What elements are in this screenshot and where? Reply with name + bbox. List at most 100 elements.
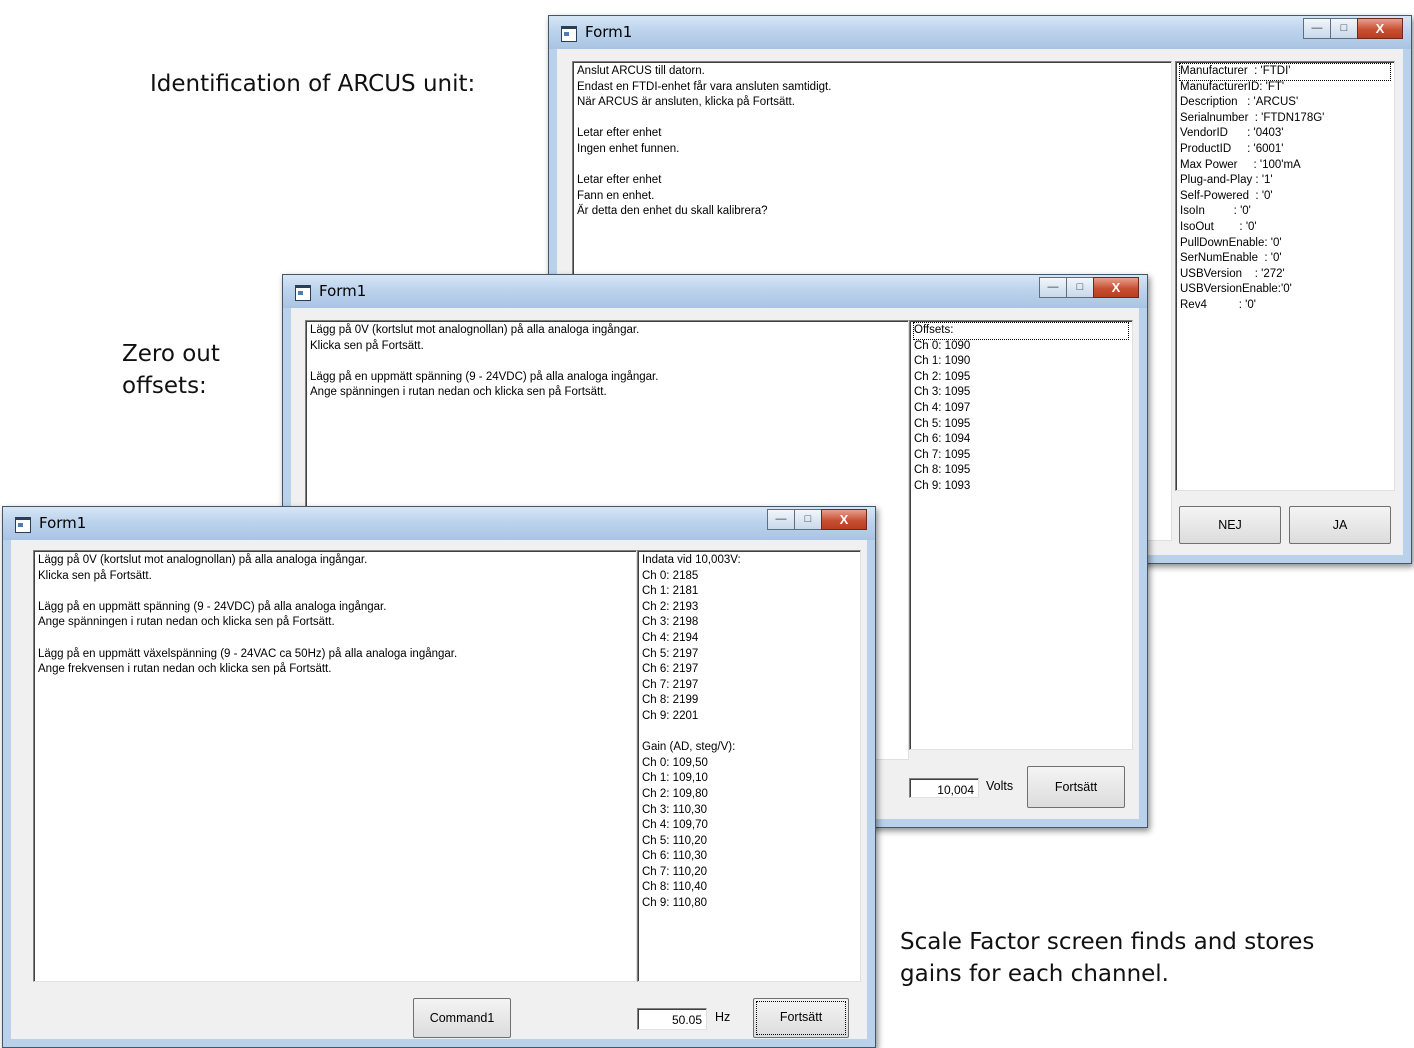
text-line: Indata vid 10,003V: [642, 554, 741, 566]
text-line: Ch 3: 2198 [642, 616, 699, 629]
text-line: Ch 0: 1090 [914, 339, 971, 352]
text-line: IsoIn : '0' [1180, 205, 1251, 218]
text-line: Ange spänningen i rutan nedan och klicka… [38, 616, 335, 629]
minimize-icon[interactable]: — [1039, 277, 1067, 298]
text-line: IsoOut : '0' [1180, 220, 1257, 233]
client-area: Lägg på 0V (kortslut mot analognollan) p… [11, 540, 867, 1039]
text-line: Är detta den enhet du skall kalibrera? [577, 205, 768, 218]
text-line: Plug-and-Play : '1' [1180, 174, 1273, 187]
text-line: Lägg på en uppmätt växelspänning (9 - 24… [38, 647, 458, 660]
maximize-icon[interactable]: □ [794, 509, 822, 530]
continue-button[interactable]: Fortsätt [1027, 766, 1125, 808]
caption-buttons: — □ X [767, 509, 867, 530]
text-line: Ch 1: 2181 [642, 585, 699, 598]
text-line: USBVersionEnable:'0' [1180, 283, 1292, 296]
text-line: Lägg på 0V (kortslut mot analognollan) p… [310, 324, 640, 336]
window-title: Form1 [39, 514, 87, 532]
text-line: Ch 8: 2199 [642, 694, 699, 707]
text-line: Ch 2: 2193 [642, 600, 699, 613]
text-line: Ch 1: 109,10 [642, 772, 708, 785]
caption-identification: Identification of ARCUS unit: [150, 71, 476, 97]
maximize-icon[interactable]: □ [1330, 18, 1358, 39]
text-line: Ch 4: 2194 [642, 631, 699, 644]
text-line: Ch 5: 1095 [914, 417, 971, 430]
text-line: Offsets: [913, 322, 1129, 340]
gain-data-listbox[interactable]: Indata vid 10,003V: Ch 0: 2185 Ch 1: 2181 C… [637, 550, 861, 982]
caption-buttons: — □ X [1303, 18, 1403, 39]
close-icon[interactable]: X [821, 509, 867, 530]
hz-input[interactable]: 50.05 [637, 1008, 707, 1030]
text-line: Ch 7: 110,20 [642, 865, 708, 878]
text-line: USBVersion : '272' [1180, 267, 1285, 280]
hz-unit-label: Hz [715, 1010, 731, 1024]
text-line: VendorID : '0403' [1180, 127, 1284, 140]
text-line: Ch 7: 1095 [914, 448, 971, 461]
text-line: Description : 'ARCUS' [1180, 96, 1299, 109]
command1-button[interactable]: Command1 [413, 998, 511, 1038]
text-line: Letar efter enhet [577, 174, 662, 187]
text-line: När ARCUS är ansluten, klicka på Fortsät… [577, 96, 795, 109]
form-icon [561, 26, 577, 42]
text-line: Ingen enhet funnen. [577, 142, 680, 155]
form1-scale-factor-window: Form1 — □ X Lägg på 0V (kortslut mot ana… [2, 506, 876, 1048]
caption-buttons: — □ X [1039, 277, 1139, 298]
text-line: Letar efter enhet [577, 127, 662, 140]
text-line: Ch 3: 110,30 [642, 803, 708, 816]
text-line: Ch 9: 110,80 [642, 897, 708, 910]
text-line: Ch 0: 109,50 [642, 756, 708, 769]
caption-scale-factor: Scale Factor screen finds and stores gai… [900, 929, 1315, 987]
continue-button[interactable]: Fortsätt [753, 998, 849, 1038]
minimize-icon[interactable]: — [767, 509, 795, 530]
text-line: Ch 4: 1097 [914, 401, 971, 414]
text-line: Ch 1: 1090 [914, 355, 971, 368]
text-line: ManufacturerID: 'FT' [1180, 80, 1285, 93]
status-log-textbox[interactable]: Lägg på 0V (kortslut mot analognollan) p… [33, 550, 637, 982]
text-line: Klicka sen på Fortsätt. [310, 339, 424, 352]
title-bar[interactable]: Form1 — □ X [3, 507, 875, 540]
text-line: Anslut ARCUS till datorn. [577, 65, 705, 77]
window-title: Form1 [319, 282, 367, 300]
text-line: Ch 8: 1095 [914, 464, 971, 477]
text-line: PullDownEnable: '0' [1180, 236, 1282, 249]
text-line: Klicka sen på Fortsätt. [38, 569, 152, 582]
title-bar[interactable]: Form1 — □ X [283, 275, 1147, 308]
text-line [577, 158, 1167, 174]
text-line: Ch 5: 2197 [642, 647, 699, 660]
text-line: ProductID : '6001' [1180, 142, 1284, 155]
device-info-listbox[interactable]: Manufacturer : 'FTDI' ManufacturerID: 'FT… [1175, 61, 1395, 491]
text-line: Lägg på en uppmätt spänning (9 - 24VDC) … [310, 370, 659, 383]
text-line: Ch 7: 2197 [642, 678, 699, 691]
text-line: Rev4 : '0' [1180, 298, 1256, 311]
text-line: Ange frekvensen i rutan nedan och klicka… [38, 663, 332, 676]
text-line: Gain (AD, steg/V): [642, 741, 736, 754]
volts-unit-label: Volts [986, 779, 1014, 793]
text-line: Manufacturer : 'FTDI' [1179, 63, 1391, 81]
text-line: Endast en FTDI-enhet får vara ansluten s… [577, 80, 832, 93]
maximize-icon[interactable]: □ [1066, 277, 1094, 298]
text-line: Ch 2: 1095 [914, 370, 971, 383]
text-line: Lägg på en uppmätt spänning (9 - 24VDC) … [38, 600, 387, 613]
text-line: Ch 9: 1093 [914, 479, 971, 492]
form-icon [295, 285, 311, 301]
title-bar[interactable]: Form1 — □ X [549, 16, 1411, 49]
text-line: Ange spänningen i rutan nedan och klicka… [310, 386, 607, 399]
text-line [577, 111, 1167, 127]
close-icon[interactable]: X [1093, 277, 1139, 298]
volts-input[interactable]: 10,004 [909, 778, 979, 798]
text-line: Ch 0: 2185 [642, 569, 699, 582]
no-button[interactable]: NEJ [1179, 506, 1281, 544]
text-line: SerNumEnable : '0' [1180, 252, 1282, 265]
offsets-listbox[interactable]: Offsets: Ch 0: 1090 Ch 1: 1090 Ch 2: 1095 Ch… [909, 320, 1133, 750]
close-icon[interactable]: X [1357, 18, 1403, 39]
text-line: Ch 5: 110,20 [642, 834, 708, 847]
text-line [642, 725, 856, 741]
text-line: Ch 6: 2197 [642, 663, 699, 676]
text-line: Ch 9: 2201 [642, 709, 699, 722]
text-line: Ch 6: 110,30 [642, 850, 708, 863]
caption-zero-out: Zero out offsets: [122, 341, 220, 399]
text-line: Max Power : '100'mA [1180, 158, 1301, 171]
yes-button[interactable]: JA [1289, 506, 1391, 544]
minimize-icon[interactable]: — [1303, 18, 1331, 39]
text-line: Ch 6: 1094 [914, 433, 971, 446]
text-line: Ch 8: 110,40 [642, 881, 708, 894]
